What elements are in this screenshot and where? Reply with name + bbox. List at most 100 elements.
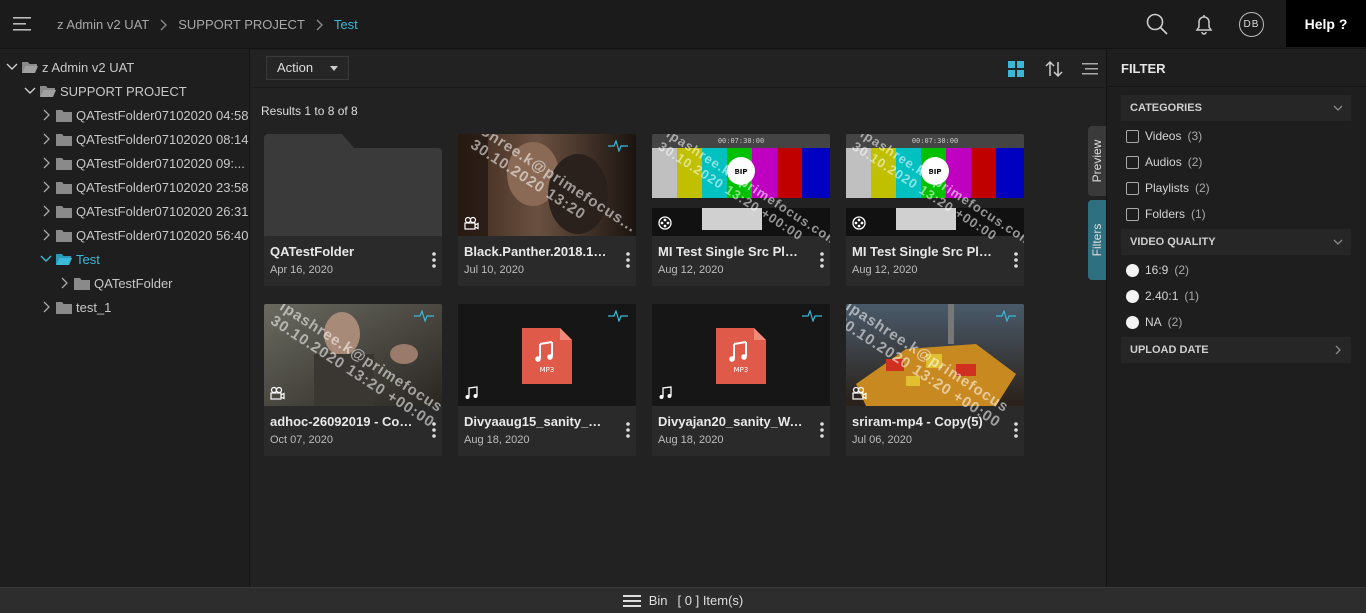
- notification-bell-icon[interactable]: [1192, 12, 1216, 36]
- breadcrumb-item-z-admin[interactable]: z Admin v2 UAT: [57, 17, 149, 32]
- results-count: Results 1 to 8 of 8: [261, 104, 358, 118]
- caret-down-icon: [330, 66, 338, 71]
- more-options-icon[interactable]: [1012, 421, 1020, 439]
- chevron-right-icon[interactable]: [40, 205, 52, 217]
- grid-view-icon[interactable]: [1006, 59, 1026, 79]
- activity-pulse-icon: [802, 310, 822, 322]
- tree-item-label: QATestFolder07102020 09:...: [76, 155, 245, 171]
- filters-tab-label: Filters: [1090, 223, 1104, 257]
- option-label: NA: [1145, 315, 1162, 329]
- tree-item-qatestfolder[interactable]: QATestFolder: [58, 273, 173, 293]
- tree-item-label: QATestFolder07102020 08:14: [76, 131, 249, 147]
- asset-card-video[interactable]: ipashree.k@primefocus 30.10.2020 13:20 +…: [846, 304, 1024, 456]
- tree-item-label: QATestFolder07102020 56:40: [76, 227, 249, 243]
- filter-option-16-9[interactable]: 16:9 (2): [1126, 261, 1189, 279]
- user-avatar[interactable]: DB: [1239, 12, 1264, 37]
- music-note-icon: [465, 386, 478, 399]
- tree-item-qatestfolder-0814[interactable]: QATestFolder07102020 08:14: [40, 129, 249, 149]
- tree-item-z-admin[interactable]: z Admin v2 UAT: [6, 57, 134, 77]
- filter-option-audios[interactable]: Audios (2): [1126, 153, 1202, 171]
- chevron-right-icon[interactable]: [40, 229, 52, 241]
- upload-date-section-header[interactable]: UPLOAD DATE: [1121, 337, 1351, 363]
- filter-option-na[interactable]: NA (2): [1126, 313, 1182, 331]
- folder-icon: [74, 277, 90, 290]
- asset-date: Aug 18, 2020: [658, 434, 724, 446]
- breadcrumb-item-support-project[interactable]: SUPPORT PROJECT: [178, 17, 305, 32]
- chevron-right-icon[interactable]: [40, 133, 52, 145]
- chevron-right-icon[interactable]: [40, 109, 52, 121]
- more-options-icon[interactable]: [624, 421, 632, 439]
- chevron-right-icon[interactable]: [40, 301, 52, 313]
- preview-tab[interactable]: Preview: [1088, 126, 1106, 196]
- chevron-down-icon: [1333, 105, 1343, 111]
- tree-item-test[interactable]: Test: [40, 249, 100, 269]
- more-options-icon[interactable]: [818, 421, 826, 439]
- tree-item-qatestfolder-09[interactable]: QATestFolder07102020 09:...: [40, 153, 245, 173]
- search-icon[interactable]: [1145, 12, 1169, 36]
- radio-button[interactable]: [1126, 263, 1139, 277]
- categories-section-header[interactable]: CATEGORIES: [1121, 95, 1351, 121]
- asset-card-playlist[interactable]: BIP 00:07:30:00 ipashree.k@primefocus.co…: [846, 134, 1024, 286]
- chevron-down-icon[interactable]: [6, 61, 18, 73]
- asset-card-audio[interactable]: MP3 Divyajan20_sanity_WAVs... Aug 18, 20…: [652, 304, 830, 456]
- asset-card-playlist[interactable]: BIP 00:07:30:00 ipashree.k@primefocus.co…: [652, 134, 830, 286]
- asset-card-video[interactable]: ipashree.k@primefocus 30.10.2020 13:20 +…: [264, 304, 442, 456]
- asset-date: Oct 07, 2020: [270, 434, 333, 446]
- option-label: Folders: [1145, 207, 1186, 221]
- radio-button[interactable]: [1126, 289, 1139, 303]
- chevron-down-icon: [1333, 239, 1343, 245]
- checkbox[interactable]: [1126, 129, 1139, 143]
- checkbox[interactable]: [1126, 207, 1139, 221]
- hamburger-menu-icon[interactable]: [13, 15, 33, 33]
- chevron-down-icon[interactable]: [40, 253, 52, 265]
- filter-option-playlists[interactable]: Playlists (2): [1126, 179, 1210, 197]
- sort-icon[interactable]: [1044, 59, 1064, 79]
- asset-card-folder[interactable]: QATestFolder Apr 16, 2020: [264, 134, 442, 286]
- checkbox[interactable]: [1126, 181, 1139, 195]
- chevron-down-icon[interactable]: [24, 85, 36, 97]
- chevron-right-icon: [160, 19, 168, 30]
- film-reel-icon: [658, 216, 672, 230]
- bin-bar[interactable]: Bin [ 0 ] Item(s): [0, 587, 1366, 613]
- more-options-icon[interactable]: [818, 251, 826, 269]
- asset-title: MI Test Single Src Playli...: [852, 244, 998, 259]
- breadcrumb-item-test[interactable]: Test: [334, 17, 358, 32]
- filters-tab[interactable]: Filters: [1088, 200, 1106, 280]
- help-button[interactable]: Help ?: [1286, 0, 1366, 47]
- tree-item-qatestfolder-2631[interactable]: QATestFolder07102020 26:31: [40, 201, 249, 221]
- chevron-right-icon[interactable]: [40, 157, 52, 169]
- action-dropdown[interactable]: Action: [266, 56, 349, 80]
- filter-option-folders[interactable]: Folders (1): [1126, 205, 1206, 223]
- asset-title: sriram-mp4 - Copy(5): [852, 414, 983, 429]
- list-view-icon[interactable]: [1080, 59, 1100, 79]
- more-options-icon[interactable]: [1012, 251, 1020, 269]
- breadcrumb: z Admin v2 UAT SUPPORT PROJECT Test: [57, 17, 358, 32]
- asset-card-audio[interactable]: MP3 Divyaaug15_sanity_WAV... Aug 18, 202…: [458, 304, 636, 456]
- mp3-badge: MP3: [540, 366, 555, 374]
- more-options-icon[interactable]: [624, 251, 632, 269]
- bin-count: [ 0 ] Item(s): [677, 593, 744, 608]
- chevron-right-icon[interactable]: [58, 277, 70, 289]
- folder-icon: [56, 181, 72, 194]
- folder-icon: [56, 205, 72, 218]
- tree-item-label: z Admin v2 UAT: [42, 59, 135, 75]
- radio-button[interactable]: [1126, 315, 1139, 329]
- option-count: (2): [1195, 181, 1210, 195]
- asset-card-video[interactable]: Shree.k@primefocus... 30.10.2020 13:20 B…: [458, 134, 636, 286]
- tree-item-qatestfolder-0458[interactable]: QATestFolder07102020 04:58: [40, 105, 249, 125]
- filter-option-videos[interactable]: Videos (3): [1126, 127, 1202, 145]
- more-options-icon[interactable]: [430, 251, 438, 269]
- bin-label: Bin: [648, 593, 668, 608]
- chevron-right-icon[interactable]: [40, 181, 52, 193]
- option-count: (2): [1174, 263, 1190, 277]
- top-bar: z Admin v2 UAT SUPPORT PROJECT Test DB H…: [0, 0, 1366, 49]
- tree-item-support-project[interactable]: SUPPORT PROJECT: [24, 81, 187, 101]
- filter-option-2-40-1[interactable]: 2.40:1 (1): [1126, 287, 1199, 305]
- more-options-icon[interactable]: [430, 421, 438, 439]
- tree-item-qatestfolder-5640[interactable]: QATestFolder07102020 56:40: [40, 225, 249, 245]
- chevron-right-icon: [1335, 345, 1341, 355]
- tree-item-test-1[interactable]: test_1: [40, 297, 111, 317]
- video-quality-section-header[interactable]: VIDEO QUALITY: [1121, 229, 1351, 255]
- checkbox[interactable]: [1126, 155, 1139, 169]
- tree-item-qatestfolder-2358[interactable]: QATestFolder07102020 23:58: [40, 177, 249, 197]
